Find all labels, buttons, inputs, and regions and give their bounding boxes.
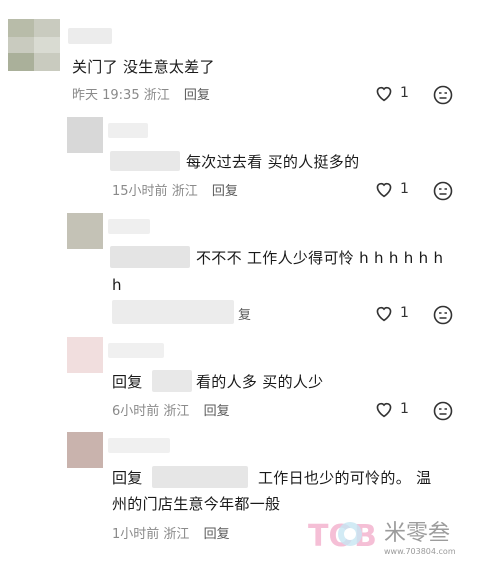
comment-meta: 昨天 19:35 浙江 回复 (72, 84, 210, 103)
username-blurred[interactable] (108, 438, 170, 453)
comment-location: 浙江 (143, 88, 170, 103)
comment-time: 昨天 19:35 (72, 88, 140, 103)
username-blurred[interactable] (68, 28, 112, 44)
avatar[interactable] (67, 213, 103, 249)
comment-time: 6小时前 (112, 404, 160, 419)
comment-time: 15小时前 (112, 184, 168, 199)
comment-text: 每次过去看 买的人挺多的 (186, 153, 360, 171)
heart-outline-icon (376, 86, 392, 102)
avatar-mosaic (8, 19, 60, 71)
username-blurred[interactable] (108, 219, 150, 234)
neutral-face-icon[interactable] (433, 181, 453, 201)
comment-meta: 6小时前 浙江 回复 (112, 400, 230, 419)
username-blurred[interactable] (108, 343, 164, 358)
comment-text-line2: 州的门店生意今年都一般 (112, 495, 281, 513)
heart-outline-icon (376, 306, 392, 322)
reply-prefix: 回复 (112, 373, 143, 391)
username-blurred[interactable] (108, 123, 148, 138)
like-button[interactable]: 1 (374, 180, 409, 198)
like-button[interactable]: 1 (374, 84, 409, 102)
comment-location: 浙江 (163, 527, 190, 542)
reply-target-blurred (110, 151, 180, 171)
reply-button[interactable]: 回复 (212, 184, 238, 199)
avatar[interactable] (67, 117, 103, 153)
comment-time: 1小时前 (112, 527, 160, 542)
neutral-face-icon[interactable] (433, 305, 453, 325)
comment-text: 关门了 没生意太差了 (72, 58, 215, 76)
reply-button[interactable]: 回复 (204, 404, 230, 419)
reply-target-blurred (152, 370, 192, 392)
watermark: TOB 米零叁 www.703804.com (308, 512, 473, 558)
reply-prefix: 回复 (112, 469, 143, 487)
reply-button[interactable]: 回复 (184, 88, 210, 103)
avatar[interactable] (67, 432, 103, 468)
neutral-face-icon[interactable] (433, 85, 453, 105)
like-count: 1 (400, 401, 409, 417)
neutral-face-icon[interactable] (433, 401, 453, 421)
comment-location: 浙江 (163, 404, 190, 419)
reply-target-blurred (152, 466, 248, 488)
watermark-logo: TOB 米零叁 www.703804.com (308, 519, 456, 556)
comment-location: 浙江 (171, 184, 198, 199)
like-button[interactable]: 1 (374, 304, 409, 322)
comment-text-line2: h (112, 276, 122, 294)
avatar[interactable] (67, 337, 103, 373)
comment-meta: 1小时前 浙江 回复 (112, 523, 230, 542)
like-count: 1 (400, 305, 409, 321)
like-button[interactable]: 1 (374, 400, 409, 418)
reply-button[interactable]: 回复 (204, 527, 230, 542)
reply-target-blurred (110, 246, 190, 268)
comment-text: 看的人多 买的人少 (196, 373, 324, 391)
meta-blurred (112, 300, 234, 324)
heart-outline-icon (376, 182, 392, 198)
like-count: 1 (400, 85, 409, 101)
like-count: 1 (400, 181, 409, 197)
comment-text-line1: 不不不 工作人少得可怜 h h h h h h (196, 249, 444, 267)
watermark-name: 米零叁 (384, 521, 450, 546)
reply-button[interactable]: 复 (238, 304, 251, 323)
comment-text-line1: 工作日也少的可怜的。 温 (258, 469, 432, 487)
watermark-url: www.703804.com (384, 547, 456, 556)
avatar[interactable] (8, 19, 60, 71)
comment-meta: 15小时前 浙江 回复 (112, 180, 238, 199)
heart-outline-icon (376, 402, 392, 418)
